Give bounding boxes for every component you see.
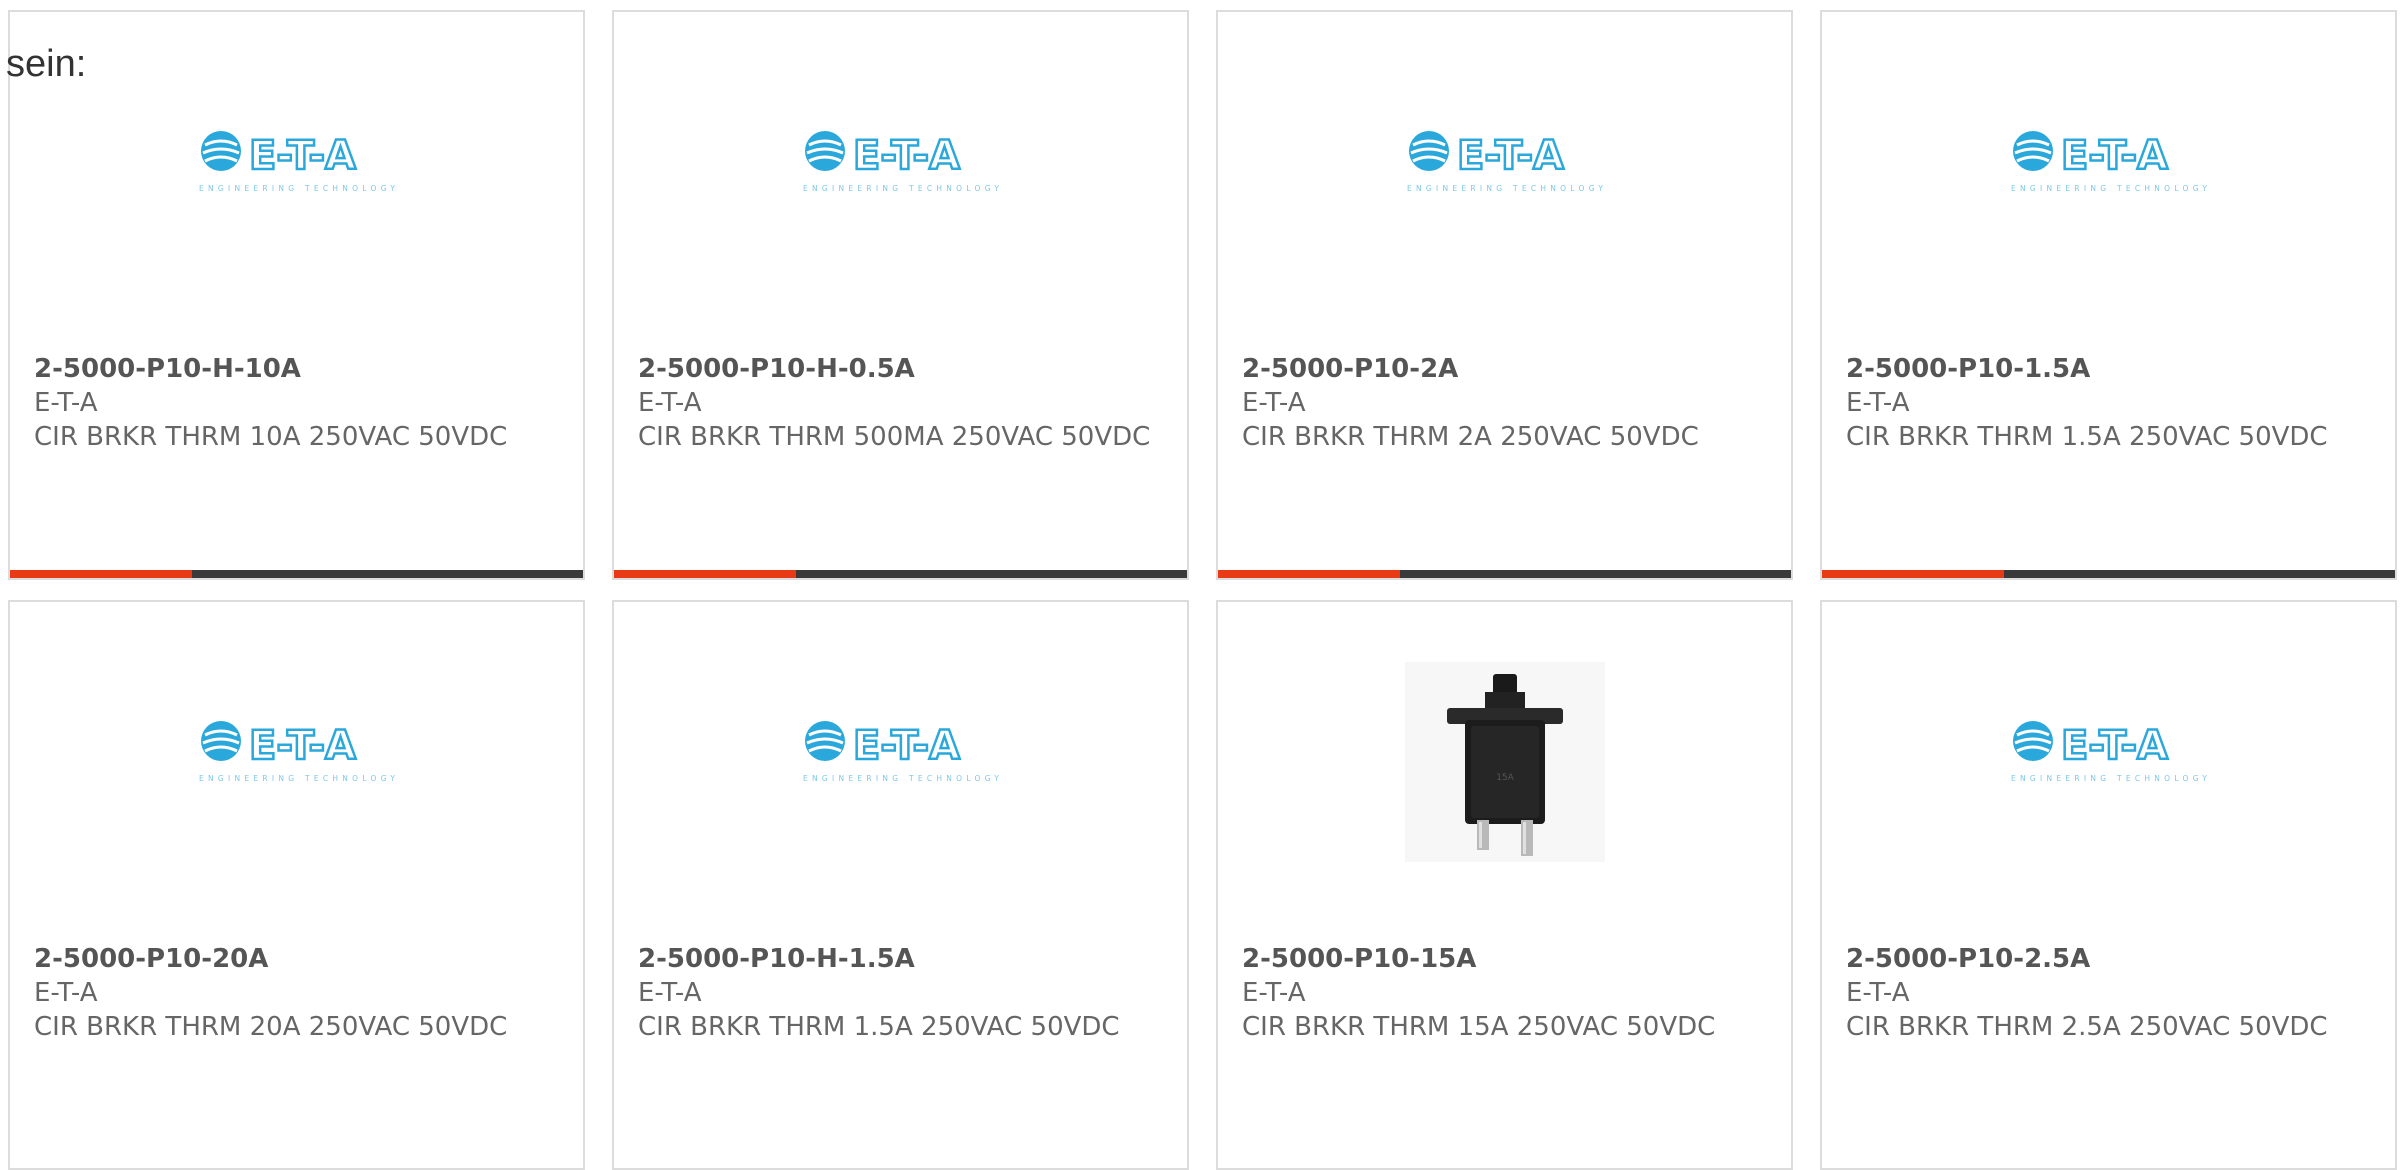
svg-text:15A: 15A	[1496, 773, 1514, 783]
svg-text:ENGINEERING TECHNOLOGY: ENGINEERING TECHNOLOGY	[199, 184, 395, 193]
product-card[interactable]: E-T-A ENGINEERING TECHNOLOGY 2-5000-P10-…	[1820, 10, 2397, 580]
manufacturer-label: E-T-A	[638, 388, 702, 418]
eta-logo: E-T-A ENGINEERING TECHNOLOGY	[2011, 721, 2207, 783]
svg-text:ENGINEERING TECHNOLOGY: ENGINEERING TECHNOLOGY	[803, 184, 999, 193]
card-accent-bar	[10, 570, 192, 578]
card-accent-bar	[1822, 570, 2004, 578]
manufacturer-label: E-T-A	[1242, 388, 1306, 418]
svg-text:E-T-A: E-T-A	[249, 723, 356, 769]
part-number-link[interactable]: 2-5000-P10-H-1.5A	[638, 942, 1158, 976]
eta-logo: E-T-A ENGINEERING TECHNOLOGY	[803, 131, 999, 193]
card-accent-bar	[614, 570, 796, 578]
product-description: CIR BRKR THRM 15A 250VAC 50VDC	[1242, 1012, 1716, 1042]
manufacturer-label: E-T-A	[1242, 978, 1306, 1008]
svg-text:E-T-A: E-T-A	[853, 133, 960, 179]
product-card[interactable]: E-T-A ENGINEERING TECHNOLOGY 2-5000-P10-…	[8, 600, 585, 1170]
manufacturer-label: E-T-A	[34, 978, 98, 1008]
eta-logo: E-T-A ENGINEERING TECHNOLOGY	[1407, 131, 1603, 193]
product-card[interactable]: E-T-A ENGINEERING TECHNOLOGY 2-5000-P10-…	[8, 10, 585, 580]
product-image[interactable]: E-T-A ENGINEERING TECHNOLOGY	[1822, 112, 2395, 212]
svg-text:E-T-A: E-T-A	[249, 133, 356, 179]
card-bottom-bar	[10, 570, 583, 578]
eta-logo: E-T-A ENGINEERING TECHNOLOGY	[2011, 131, 2207, 193]
product-image[interactable]: E-T-A ENGINEERING TECHNOLOGY	[1218, 112, 1791, 212]
product-card[interactable]: 15A 2-5000-P10-15A E-T-A CIR BRKR THRM 1…	[1216, 600, 1793, 1170]
svg-text:ENGINEERING TECHNOLOGY: ENGINEERING TECHNOLOGY	[2011, 774, 2207, 783]
part-number-link[interactable]: 2-5000-P10-20A	[34, 942, 554, 976]
svg-text:E-T-A: E-T-A	[2061, 723, 2168, 769]
svg-text:ENGINEERING TECHNOLOGY: ENGINEERING TECHNOLOGY	[1407, 184, 1603, 193]
svg-text:E-T-A: E-T-A	[2061, 133, 2168, 179]
card-bottom-bar	[1218, 570, 1791, 578]
eta-logo: E-T-A ENGINEERING TECHNOLOGY	[199, 721, 395, 783]
part-number-link[interactable]: 2-5000-P10-15A	[1242, 942, 1762, 976]
svg-text:E-T-A: E-T-A	[853, 723, 960, 769]
card-accent-bar	[1218, 570, 1400, 578]
intro-text: sein:	[6, 43, 87, 85]
product-card[interactable]: E-T-A ENGINEERING TECHNOLOGY 2-5000-P10-…	[612, 10, 1189, 580]
manufacturer-label: E-T-A	[34, 388, 98, 418]
product-image[interactable]: E-T-A ENGINEERING TECHNOLOGY	[10, 702, 583, 802]
svg-text:ENGINEERING TECHNOLOGY: ENGINEERING TECHNOLOGY	[2011, 184, 2207, 193]
part-number-link[interactable]: 2-5000-P10-H-10A	[34, 352, 554, 386]
product-card[interactable]: E-T-A ENGINEERING TECHNOLOGY 2-5000-P10-…	[612, 600, 1189, 1170]
product-image[interactable]: E-T-A ENGINEERING TECHNOLOGY	[614, 112, 1187, 212]
card-bottom-bar	[614, 570, 1187, 578]
product-grid: E-T-A ENGINEERING TECHNOLOGY 2-5000-P10-…	[0, 0, 2400, 1170]
product-card[interactable]: E-T-A ENGINEERING TECHNOLOGY 2-5000-P10-…	[1216, 10, 1793, 580]
product-description: CIR BRKR THRM 2.5A 250VAC 50VDC	[1846, 1012, 2328, 1042]
product-card[interactable]: E-T-A ENGINEERING TECHNOLOGY 2-5000-P10-…	[1820, 600, 2397, 1170]
manufacturer-label: E-T-A	[1846, 388, 1910, 418]
manufacturer-label: E-T-A	[1846, 978, 1910, 1008]
manufacturer-label: E-T-A	[638, 978, 702, 1008]
product-description: CIR BRKR THRM 2A 250VAC 50VDC	[1242, 422, 1699, 452]
svg-text:E-T-A: E-T-A	[1457, 133, 1564, 179]
product-image[interactable]: 15A	[1218, 662, 1791, 862]
product-image[interactable]: E-T-A ENGINEERING TECHNOLOGY	[614, 702, 1187, 802]
eta-logo: E-T-A ENGINEERING TECHNOLOGY	[803, 721, 999, 783]
product-description: CIR BRKR THRM 10A 250VAC 50VDC	[34, 422, 508, 452]
part-number-link[interactable]: 2-5000-P10-2A	[1242, 352, 1762, 386]
product-description: CIR BRKR THRM 1.5A 250VAC 50VDC	[638, 1012, 1120, 1042]
product-description: CIR BRKR THRM 500MA 250VAC 50VDC	[638, 422, 1151, 452]
part-number-link[interactable]: 2-5000-P10-H-0.5A	[638, 352, 1158, 386]
circuit-breaker-photo: 15A	[1404, 662, 1605, 862]
product-image[interactable]: E-T-A ENGINEERING TECHNOLOGY	[1822, 702, 2395, 802]
eta-logo: E-T-A ENGINEERING TECHNOLOGY	[199, 131, 395, 193]
part-number-link[interactable]: 2-5000-P10-2.5A	[1846, 942, 2366, 976]
svg-text:ENGINEERING TECHNOLOGY: ENGINEERING TECHNOLOGY	[199, 774, 395, 783]
part-number-link[interactable]: 2-5000-P10-1.5A	[1846, 352, 2366, 386]
svg-text:ENGINEERING TECHNOLOGY: ENGINEERING TECHNOLOGY	[803, 774, 999, 783]
product-description: CIR BRKR THRM 1.5A 250VAC 50VDC	[1846, 422, 2328, 452]
product-image[interactable]: E-T-A ENGINEERING TECHNOLOGY	[10, 112, 583, 212]
card-bottom-bar	[1822, 570, 2395, 578]
product-description: CIR BRKR THRM 20A 250VAC 50VDC	[34, 1012, 508, 1042]
